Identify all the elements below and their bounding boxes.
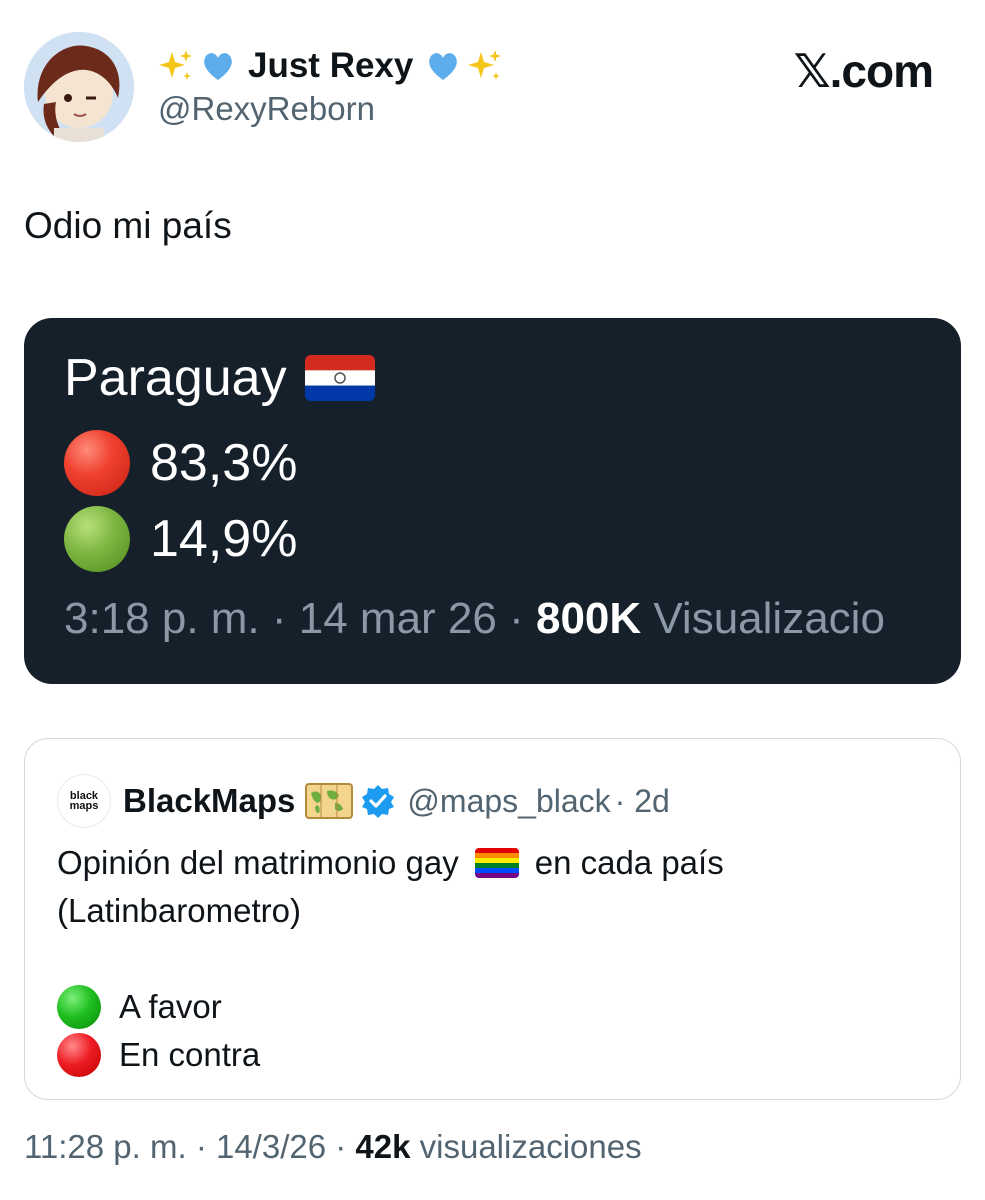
- media-green-value: 14,9%: [150, 510, 298, 568]
- red-circle-icon: [64, 430, 130, 496]
- media-country-name: Paraguay: [64, 349, 287, 407]
- quoted-legend-red: En contra: [57, 1031, 927, 1079]
- quoted-tweet-age: · 2d: [614, 782, 670, 819]
- author-avatar[interactable]: [24, 32, 134, 142]
- media-meta-views-label: Visualizacio: [641, 594, 885, 643]
- media-meta-line: 3:18 p. m. · 14 mar 26 · 800K Visualizac…: [64, 594, 885, 644]
- quoted-author-name[interactable]: BlackMaps: [123, 782, 295, 820]
- quoted-text-line-1: Opinión del matrimonio gay en cada país: [57, 839, 927, 887]
- paraguay-flag-icon: [304, 355, 375, 401]
- quoted-author-avatar[interactable]: black maps: [57, 774, 111, 828]
- quoted-legend-green-label: A favor: [119, 988, 222, 1025]
- media-meta-time: 3:18 p. m. · 14 mar 26 ·: [64, 594, 536, 643]
- blue-heart-icon: [429, 53, 458, 80]
- quoted-text-1: Opinión del matrimonio gay: [57, 844, 459, 881]
- tweet-text: Odio mi país: [24, 205, 232, 246]
- quoted-legend-red-label: En contra: [119, 1036, 261, 1073]
- media-country-row: Paraguay: [64, 348, 375, 408]
- green-circle-icon: [64, 506, 130, 572]
- red-circle-icon: [57, 1033, 101, 1077]
- rainbow-flag-icon: [474, 848, 519, 878]
- quoted-tweet-body: Opinión del matrimonio gay en cada país …: [57, 839, 927, 1079]
- quoted-author-handle[interactable]: @maps_black: [407, 783, 610, 820]
- quoted-text-1b: en cada país: [534, 844, 724, 881]
- quoted-legend-green: A favor: [57, 983, 927, 1031]
- quoted-text-spacer: [57, 935, 927, 983]
- tweet-timestamp[interactable]: 11:28 p. m. · 14/3/26 ·: [24, 1128, 355, 1165]
- tweet-header: Just Rexy @RexyReborn 𝕏.com: [24, 32, 961, 142]
- tweet-views-label: visualizaciones: [410, 1128, 642, 1165]
- media-meta-views: 800K: [535, 594, 642, 643]
- quoted-text-2: (Latinbarometro): [57, 892, 301, 929]
- sparkles-icon: [468, 50, 502, 80]
- media-red-row: 83,3%: [64, 430, 297, 496]
- quoted-avatar-text-2: maps: [69, 800, 99, 812]
- x-com-logo: 𝕏.com: [793, 44, 934, 98]
- tweet-view-count: 42k: [355, 1128, 411, 1165]
- tweet-media-image[interactable]: Paraguay 83,3% 14,9% 3:18 p. m. · 14 mar…: [24, 318, 961, 684]
- author-name-row[interactable]: Just Rexy: [158, 42, 503, 90]
- quoted-text-line-2: (Latinbarometro): [57, 887, 927, 935]
- brand-domain: .com: [829, 45, 934, 97]
- x-logo-icon: 𝕏: [793, 44, 831, 98]
- author-display-name[interactable]: Just Rexy: [248, 46, 413, 86]
- tweet-footer-meta: 11:28 p. m. · 14/3/26 · 42k visualizacio…: [24, 1128, 642, 1166]
- blue-heart-icon: [204, 53, 232, 80]
- quoted-tweet[interactable]: black maps BlackMaps @maps_black · 2d Op…: [24, 738, 961, 1100]
- verified-badge-icon: [362, 785, 395, 818]
- sparkles-icon: [159, 50, 192, 80]
- author-handle[interactable]: @RexyReborn: [158, 90, 375, 128]
- quoted-tweet-header: black maps BlackMaps @maps_black · 2d: [57, 771, 670, 831]
- green-circle-icon: [57, 985, 101, 1029]
- media-green-row: 14,9%: [64, 506, 297, 572]
- media-red-value: 83,3%: [150, 434, 298, 492]
- world-map-icon: [305, 783, 354, 819]
